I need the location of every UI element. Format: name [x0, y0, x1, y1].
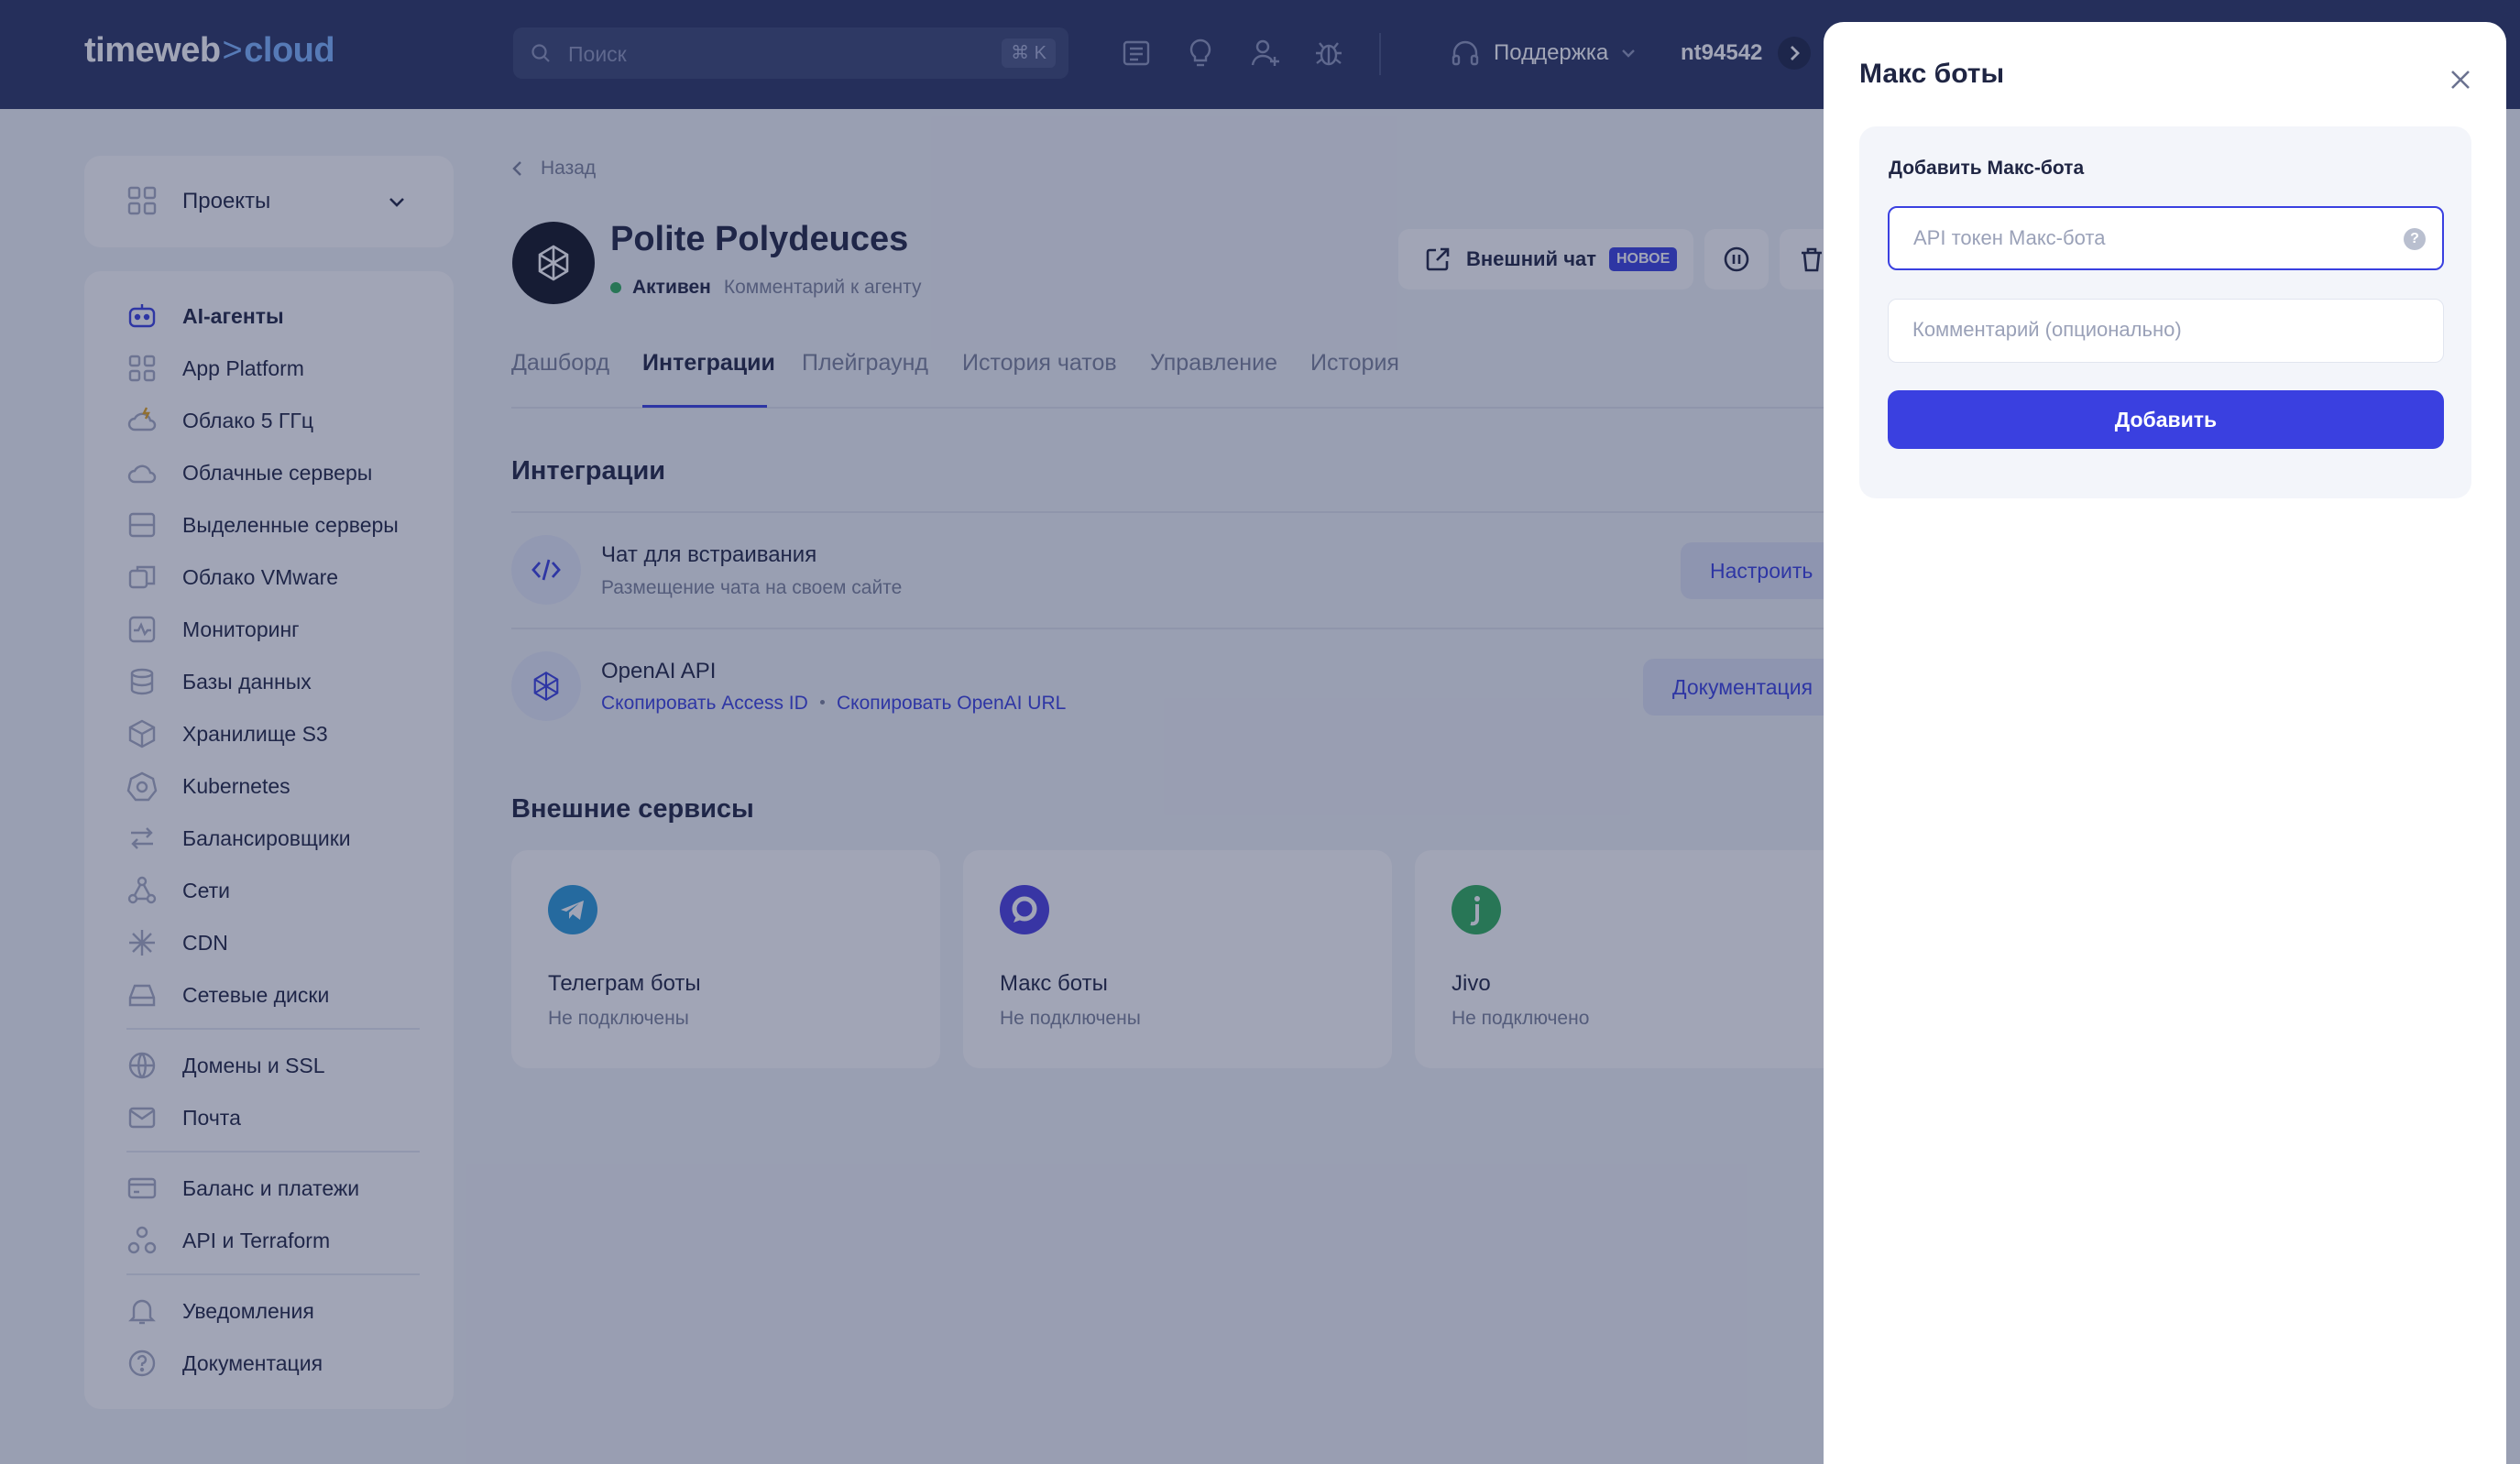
- close-button[interactable]: [2449, 68, 2472, 92]
- help-icon[interactable]: ?: [2404, 228, 2426, 250]
- add-bot-form: Добавить Макс-бота ? Добавить: [1859, 126, 2471, 498]
- max-bots-drawer: Макс боты Добавить Макс-бота ? Добавить: [1824, 22, 2506, 1464]
- add-button[interactable]: Добавить: [1888, 390, 2444, 449]
- close-icon: [2451, 71, 2470, 89]
- comment-input[interactable]: [1912, 300, 2389, 360]
- form-title: Добавить Макс-бота: [1889, 158, 2085, 179]
- drawer-title: Макс боты: [1859, 59, 2005, 89]
- api-token-input[interactable]: [1913, 208, 2390, 268]
- comment-field[interactable]: [1888, 299, 2444, 363]
- api-token-field[interactable]: ?: [1888, 206, 2444, 270]
